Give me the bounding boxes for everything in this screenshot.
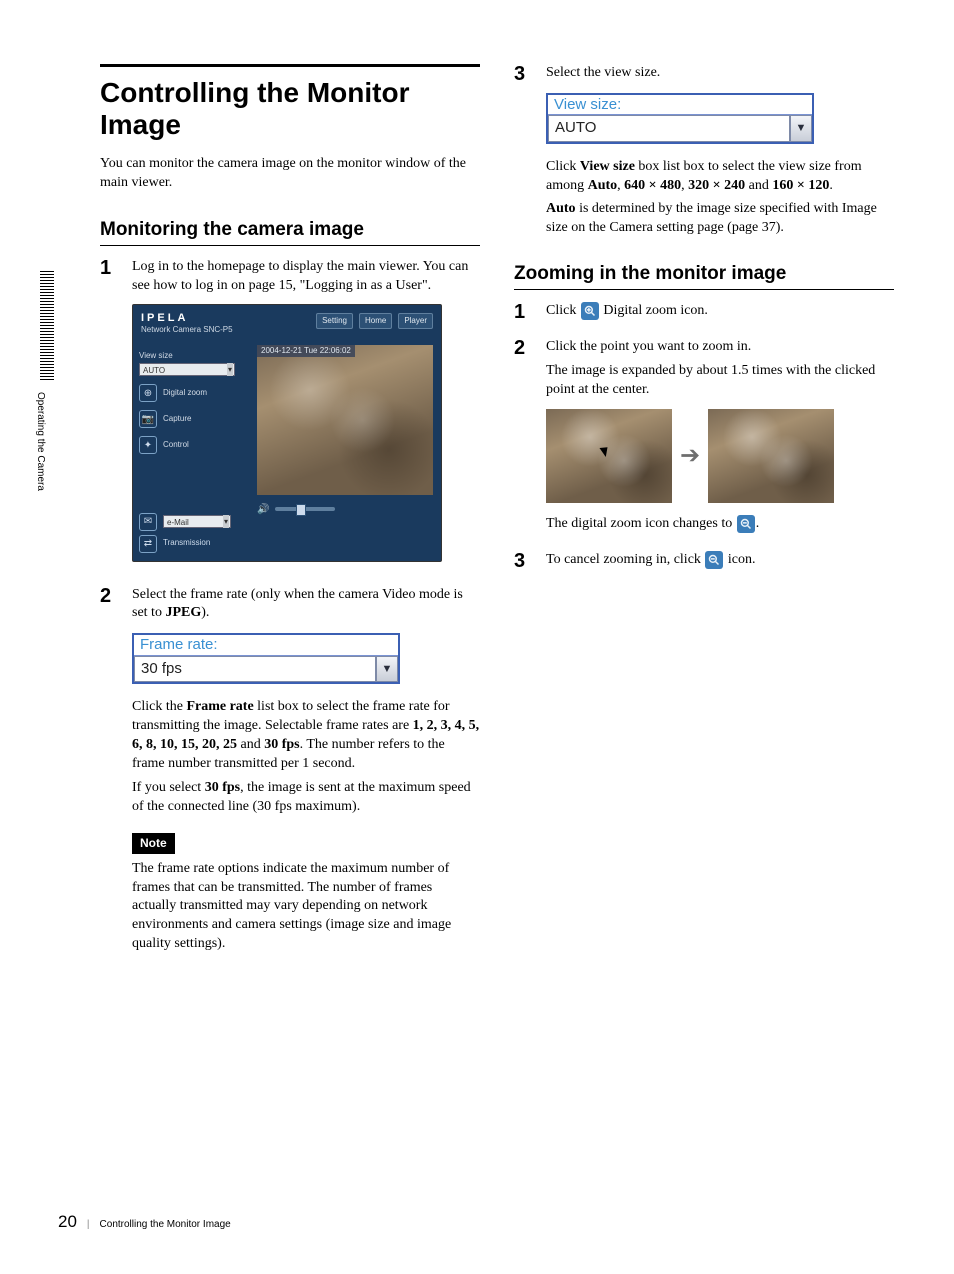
step-number: 1 — [100, 258, 118, 278]
view-size-label: View size: — [548, 95, 812, 114]
step1-text: Log in to the homepage to display the ma… — [132, 258, 480, 296]
speaker-icon[interactable]: 🔊 — [257, 503, 269, 517]
view-size-ui: View size: AUTO ▼ — [546, 93, 814, 144]
view-size-value[interactable]: AUTO — [548, 115, 790, 141]
zoom-step-1: 1 Click Digital zoom icon. — [514, 302, 894, 326]
menu-control[interactable]: Control — [163, 440, 189, 451]
step3-explain: Click View size box list box to select t… — [546, 158, 894, 196]
viewsize-dropdown[interactable]: AUTO — [139, 363, 235, 376]
zoom-icon[interactable]: ⊕ — [139, 384, 157, 402]
page-footer: 20 | Controlling the Monitor Image — [58, 1211, 231, 1234]
volume-slider[interactable] — [275, 507, 335, 511]
note-text: The frame rate options indicate the maxi… — [132, 860, 480, 954]
footer-divider: | — [87, 1218, 90, 1232]
brand-subtitle: Network Camera SNC-P5 — [141, 325, 233, 336]
menu-transmission[interactable]: Transmission — [163, 538, 210, 549]
digital-zoom-out-icon[interactable] — [705, 551, 723, 569]
zoom-step-3: 3 To cancel zooming in, click icon. — [514, 551, 894, 575]
step3-auto: Auto is determined by the image size spe… — [546, 200, 894, 238]
control-icon[interactable]: ✦ — [139, 436, 157, 454]
side-tab: Operating the Camera — [30, 270, 64, 500]
frame-rate-ui: Frame rate: 30 fps ▼ — [132, 633, 400, 684]
step-number: 1 — [514, 302, 532, 322]
digital-zoom-out-icon[interactable] — [737, 515, 755, 533]
zoom1-text: Click Digital zoom icon. — [546, 302, 894, 321]
email-dropdown[interactable]: e-Mail — [163, 515, 231, 528]
step3-intro: Select the view size. — [546, 64, 894, 83]
monitoring-step-2: 2 Select the frame rate (only when the c… — [100, 586, 480, 960]
note-label: Note — [132, 833, 175, 853]
footer-section: Controlling the Monitor Image — [100, 1218, 231, 1232]
email-icon[interactable]: ✉ — [139, 513, 157, 531]
menu-capture[interactable]: Capture — [163, 414, 191, 425]
page-number: 20 — [58, 1211, 77, 1234]
menu-zoom[interactable]: Digital zoom — [163, 388, 207, 399]
zoom-step-2: 2 Click the point you want to zoom in. T… — [514, 338, 894, 540]
dropdown-arrow-icon[interactable]: ▼ — [790, 115, 812, 141]
top-btn-home[interactable]: Home — [359, 313, 392, 330]
video-area — [257, 345, 433, 495]
monitoring-step-1: 1 Log in to the homepage to display the … — [100, 258, 480, 574]
viewer-screenshot: IPELA Network Camera SNC-P5 Setting Home… — [132, 304, 442, 562]
zoom-before-thumb — [546, 409, 672, 503]
section-zooming: Zooming in the monitor image — [514, 261, 894, 290]
frame-rate-label: Frame rate: — [134, 635, 398, 654]
step2-intro: Select the frame rate (only when the cam… — [132, 586, 480, 624]
transmission-icon[interactable]: ⇄ — [139, 535, 157, 553]
step2-30fps: If you select 30 fps, the image is sent … — [132, 779, 480, 817]
frame-rate-value[interactable]: 30 fps — [134, 656, 376, 682]
title-rule — [100, 64, 480, 73]
section-monitoring: Monitoring the camera image — [100, 217, 480, 246]
top-btn-setting[interactable]: Setting — [316, 313, 353, 330]
arrow-right-icon: ➔ — [680, 440, 700, 472]
brand-logo: IPELA — [141, 311, 188, 326]
capture-icon[interactable]: 📷 — [139, 410, 157, 428]
viewsize-label: View size — [139, 351, 247, 362]
step-number: 3 — [514, 551, 532, 571]
zoom-illustration: ➔ — [546, 409, 894, 503]
monitoring-step-3: 3 Select the view size. View size: AUTO … — [514, 64, 894, 243]
dropdown-arrow-icon[interactable]: ▼ — [376, 656, 398, 682]
zoom2-iconchange: The digital zoom icon changes to . — [546, 515, 894, 534]
digital-zoom-in-icon[interactable] — [581, 302, 599, 320]
side-tab-label: Operating the Camera — [34, 392, 48, 491]
page-title: Controlling the Monitor Image — [100, 77, 480, 141]
step2-explain: Click the Frame rate list box to select … — [132, 698, 480, 774]
zoom2-line1: Click the point you want to zoom in. — [546, 338, 894, 357]
intro-paragraph: You can monitor the camera image on the … — [100, 155, 480, 193]
step-number: 2 — [100, 586, 118, 606]
video-timestamp: 2004-12-21 Tue 22:06:02 — [257, 345, 355, 358]
zoom3-text: To cancel zooming in, click icon. — [546, 551, 894, 570]
top-btn-player[interactable]: Player — [398, 313, 433, 330]
step-number: 3 — [514, 64, 532, 84]
zoom2-line2: The image is expanded by about 1.5 times… — [546, 362, 894, 400]
zoom-after-thumb — [708, 409, 834, 503]
step-number: 2 — [514, 338, 532, 358]
